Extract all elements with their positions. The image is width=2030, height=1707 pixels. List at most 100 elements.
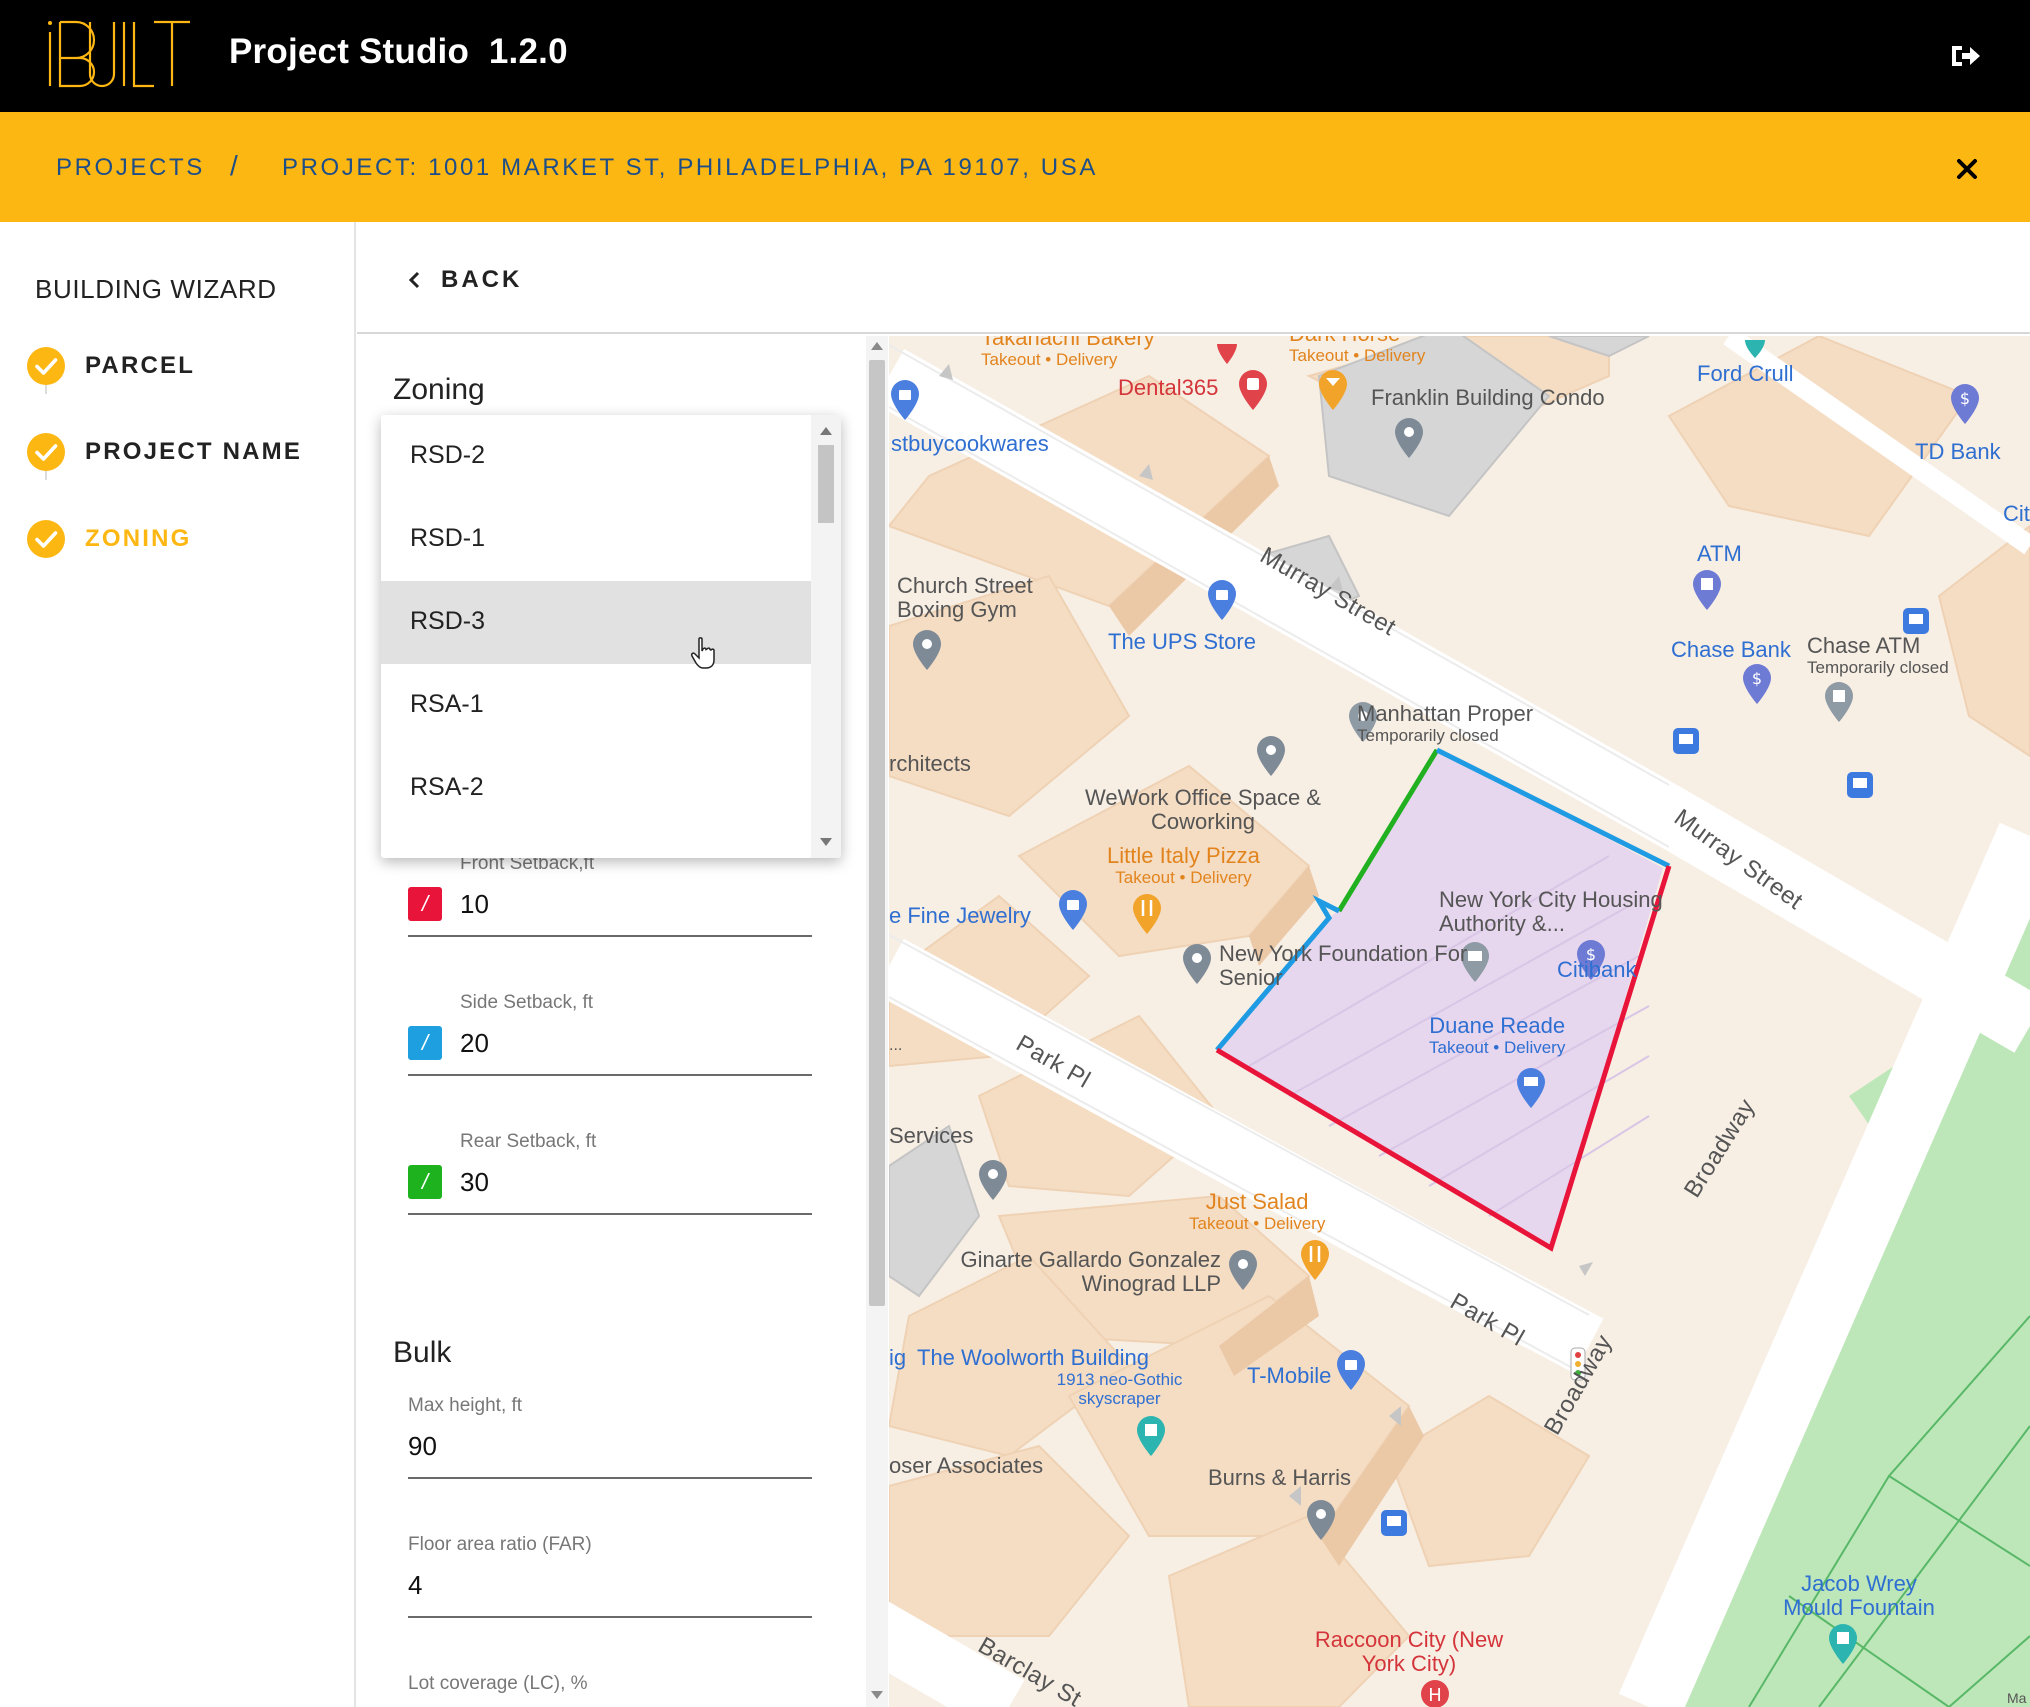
landmark-pin-icon[interactable] (1133, 1412, 1169, 1458)
side-setback-field[interactable]: Side Setback, ft / 20 (408, 992, 812, 1112)
ibuilt-logo[interactable] (42, 18, 192, 92)
field-underline (408, 1616, 812, 1618)
zoning-option-label: RSD-1 (410, 524, 486, 552)
poi-takahachi-bakery[interactable]: Takahachi Bakery Takeout • Delivery (981, 336, 1155, 369)
zoning-district-dropdown[interactable]: RSD-2 RSD-1 RSD-3 RSA-1 RSA-2 (381, 415, 841, 858)
bus-stop-icon[interactable] (1845, 770, 1875, 800)
poi-dental365[interactable]: Dental365 (1118, 376, 1218, 400)
wizard-step-project-name[interactable]: PROJECT NAME (26, 432, 346, 476)
zoning-option[interactable]: RSA-2 (381, 747, 811, 830)
place-pin-icon[interactable] (1179, 940, 1215, 986)
bank-pin-icon[interactable]: $ (1947, 380, 1983, 426)
poi-architects[interactable]: rchitects (889, 752, 971, 776)
bus-stop-icon[interactable] (1379, 1508, 1409, 1538)
front-setback-field[interactable]: Front Setback,ft / 10 (408, 853, 812, 973)
bus-stop-icon[interactable] (1901, 606, 1931, 636)
poi-wework[interactable]: WeWork Office Space & Coworking (1083, 786, 1323, 834)
bus-stop-icon[interactable] (1671, 726, 1701, 756)
place-pin-icon[interactable] (1253, 732, 1289, 778)
scroll-down-arrow-icon[interactable] (820, 838, 832, 846)
poi-ford-crull[interactable]: Ford Crull (1697, 362, 1794, 386)
poi-bestbuycookwares[interactable]: stbuycookwares (891, 432, 1049, 456)
poi-poser-associates[interactable]: oser Associates (889, 1454, 1043, 1478)
shopping-bag-pin-icon[interactable] (1055, 886, 1091, 932)
poi-franklin-building-condo[interactable]: Franklin Building Condo (1371, 386, 1605, 410)
wizard-step-parcel[interactable]: PARCEL (26, 346, 346, 390)
drink-pin-icon[interactable] (1315, 366, 1351, 412)
breadcrumb-projects-link[interactable]: PROJECTS (56, 154, 205, 182)
poi-duane-reade[interactable]: Duane Reade Takeout • Delivery (1429, 1014, 1565, 1058)
field-underline (408, 935, 812, 937)
shopping-bag-pin-icon[interactable] (1333, 1346, 1369, 1392)
poi-t-mobile[interactable]: T-Mobile (1247, 1364, 1331, 1388)
poi-just-salad[interactable]: Just Salad Takeout • Delivery (1189, 1190, 1325, 1234)
pin-icon[interactable] (1737, 336, 1773, 360)
bank-pin-icon[interactable]: $ (1739, 660, 1775, 706)
poi-td-bank[interactable]: TD Bank (1915, 440, 2001, 464)
scroll-up-arrow-icon[interactable] (871, 342, 883, 350)
wizard-step-label: ZONING (85, 525, 192, 552)
atm-pin-icon[interactable] (1689, 566, 1725, 612)
poi-chase-atm[interactable]: Chase ATM Temporarily closed (1807, 634, 1949, 678)
restaurant-pin-icon[interactable] (1297, 1236, 1333, 1282)
zoning-option[interactable]: RSD-2 (381, 415, 811, 498)
poi-raccoon-city[interactable]: Raccoon City (New York City) (1309, 1628, 1509, 1676)
pin-icon[interactable] (1209, 336, 1245, 366)
poi-nyc-housing-authority[interactable]: New York City Housing Authority &... (1439, 888, 1699, 936)
poi-citibank[interactable]: Citibank (1557, 958, 1636, 982)
dental-pin-icon[interactable] (1235, 366, 1271, 412)
breadcrumb: PROJECTS / PROJECT: 1001 MARKET ST, PHIL… (0, 112, 2030, 222)
far-field[interactable]: Floor area ratio (FAR) 4 (408, 1534, 812, 1654)
zoning-option[interactable]: RSD-1 (381, 498, 811, 581)
poi-burns-harris[interactable]: Burns & Harris (1208, 1466, 1351, 1490)
side-setback-color-swatch[interactable]: / (408, 1026, 442, 1060)
poi-church-street-boxing-gym[interactable]: Church Street Boxing Gym (897, 574, 1057, 622)
restaurant-pin-icon[interactable] (1129, 890, 1165, 936)
wizard-step-zoning[interactable]: ZONING (26, 519, 346, 563)
atm-pin-icon[interactable] (1821, 678, 1857, 724)
front-setback-color-swatch[interactable]: / (408, 887, 442, 921)
poi-chase-bank[interactable]: Chase Bank (1671, 638, 1791, 662)
scrollbar-thumb[interactable] (818, 445, 834, 523)
form-panel-scrollbar[interactable] (866, 336, 888, 1707)
lot-coverage-field[interactable]: Lot coverage (LC), % (408, 1673, 812, 1707)
poi-ginarte-gallardo[interactable]: Ginarte Gallardo Gonzalez Winograd LLP (941, 1248, 1221, 1296)
rear-setback-field[interactable]: Rear Setback, ft / 30 (408, 1131, 812, 1251)
fountain-pin-icon[interactable] (1825, 1620, 1861, 1666)
poi-woolworth-building[interactable]: The Woolworth Building 1913 neo-Gothic sk… (917, 1346, 1207, 1409)
hospital-pin-icon[interactable]: H (1417, 1676, 1453, 1707)
shopping-bag-pin-icon[interactable] (1204, 576, 1240, 622)
wizard-step-label: PROJECT NAME (85, 438, 303, 465)
max-height-label: Max height, ft (408, 1395, 523, 1416)
poi-ups-store[interactable]: The UPS Store (1108, 630, 1256, 654)
poi-dark-horse[interactable]: Dark HorseTakeout • Delivery (1289, 336, 1425, 365)
place-pin-icon[interactable] (1391, 414, 1427, 460)
close-icon[interactable] (1950, 152, 1984, 186)
poi-fine-jewelry[interactable]: e Fine Jewelry (889, 904, 1031, 928)
back-button[interactable]: BACK (407, 266, 547, 296)
poi-little-italy-pizza[interactable]: Little Italy Pizza Takeout • Delivery (1107, 844, 1260, 888)
place-pin-icon[interactable] (1303, 1496, 1339, 1542)
zoning-option-hovered[interactable]: RSD-3 (381, 581, 811, 664)
poi-cit[interactable]: Cit (2003, 502, 2030, 526)
scroll-down-arrow-icon[interactable] (871, 1691, 883, 1699)
logout-icon[interactable] (1948, 40, 1984, 72)
place-pin-icon[interactable] (975, 1156, 1011, 1202)
poi-jacob-wrey-mould-fountain[interactable]: Jacob Wrey Mould Fountain (1779, 1572, 1939, 1620)
scrollbar-thumb[interactable] (869, 360, 885, 1306)
dropdown-scrollbar[interactable] (811, 415, 841, 858)
max-height-field[interactable]: Max height, ft 90 (408, 1395, 812, 1515)
shopping-cart-pin-icon[interactable] (1513, 1064, 1549, 1110)
shopping-bag-pin-icon[interactable] (889, 376, 923, 422)
poi-atm[interactable]: ATM (1697, 542, 1742, 566)
zoning-option[interactable]: RSA-1 (381, 664, 811, 747)
parcel-map[interactable]: $ $ $ H Takahachi Bakery Takeout • Delive… (889, 336, 2030, 1707)
place-pin-icon[interactable] (909, 626, 945, 672)
poi-ig[interactable]: ig (889, 1346, 906, 1370)
poi-services[interactable]: Services (889, 1124, 973, 1148)
scroll-up-arrow-icon[interactable] (820, 427, 832, 435)
poi-ny-foundation-for-senior[interactable]: New York Foundation For Senior (1219, 942, 1479, 990)
place-pin-icon[interactable] (1225, 1246, 1261, 1292)
poi-manhattan-proper[interactable]: Manhattan Proper Temporarily closed (1357, 702, 1533, 746)
rear-setback-color-swatch[interactable]: / (408, 1165, 442, 1199)
